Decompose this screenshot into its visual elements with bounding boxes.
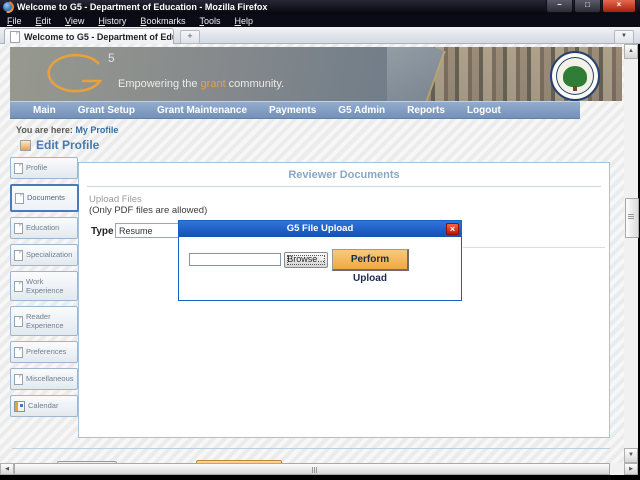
sidebar-tab-calendar[interactable]: Calendar — [10, 395, 78, 417]
nav-payments[interactable]: Payments — [258, 105, 327, 116]
menu-file[interactable]: File — [0, 16, 29, 26]
scroll-up-icon[interactable]: ▲ — [624, 44, 638, 59]
pdf-only-note: (Only PDF files are allowed) — [89, 205, 208, 216]
file-path-input[interactable] — [189, 253, 281, 266]
document-icon — [15, 192, 24, 204]
divider — [87, 186, 601, 187]
breadcrumb: You are here: My Profile — [16, 125, 118, 135]
minimize-button[interactable]: – — [546, 0, 573, 13]
close-window-button[interactable]: × — [602, 0, 636, 13]
sidebar-tab-reader-experience[interactable]: Reader Experience — [10, 306, 78, 336]
menu-help[interactable]: Help — [227, 16, 260, 26]
browse-button[interactable]: Browse... — [284, 252, 328, 268]
main-navigation: Main Grant Setup Grant Maintenance Payme… — [10, 101, 580, 119]
dialog-titlebar: G5 File Upload × — [179, 221, 461, 237]
g5-banner: 5 Empowering the grant community. — [10, 47, 622, 101]
scroll-down-icon[interactable]: ▼ — [624, 448, 638, 463]
scroll-right-icon[interactable]: ▶ — [624, 463, 638, 475]
browser-tabbar: Welcome to G5 - Department of Edu... + ▼ — [0, 27, 640, 44]
edit-profile-icon — [20, 139, 31, 151]
banner-tagline: Empowering the grant community. — [118, 78, 285, 90]
browser-tab[interactable]: Welcome to G5 - Department of Edu... — [4, 28, 174, 44]
page-heading: Edit Profile — [20, 138, 99, 152]
type-label: Type — [91, 226, 114, 237]
vertical-scrollbar-thumb[interactable] — [625, 198, 639, 238]
dialog-body: Browse... Perform Upload — [179, 237, 461, 300]
dialog-title: G5 File Upload — [286, 223, 354, 234]
screen-edge — [0, 475, 640, 480]
dialog-close-icon[interactable]: × — [446, 223, 459, 235]
section-title: Reviewer Documents — [288, 169, 400, 181]
scroll-left-icon[interactable]: ◀ — [0, 463, 14, 475]
calendar-icon — [14, 400, 25, 412]
horizontal-scrollbar-thumb[interactable] — [14, 463, 610, 475]
nav-grant-setup[interactable]: Grant Setup — [67, 105, 146, 116]
seal-tree-icon — [563, 65, 587, 91]
sidebar-tab-profile[interactable]: Profile — [10, 157, 78, 179]
profile-sidebar: Profile Documents Education Specializati… — [10, 157, 79, 422]
document-icon — [14, 222, 23, 234]
vertical-scrollbar[interactable]: ▲ ▼ — [624, 44, 639, 463]
document-icon — [14, 346, 23, 358]
sidebar-tab-miscellaneous[interactable]: Miscellaneous — [10, 368, 78, 390]
list-all-tabs-button[interactable]: ▼ — [614, 30, 634, 44]
document-icon — [14, 280, 23, 292]
page-icon — [10, 30, 20, 43]
document-icon — [14, 249, 23, 261]
dept-of-education-seal — [550, 51, 600, 101]
horizontal-scrollbar[interactable]: ◀ ▶ — [0, 463, 638, 475]
sidebar-tab-documents[interactable]: Documents — [10, 184, 79, 212]
upload-files-label: Upload Files — [89, 194, 142, 205]
sidebar-tab-preferences[interactable]: Preferences — [10, 341, 78, 363]
divider — [463, 247, 605, 248]
divider — [12, 448, 610, 449]
tab-title: Welcome to G5 - Department of Edu... — [24, 31, 174, 42]
nav-g5-admin[interactable]: G5 Admin — [327, 105, 396, 116]
breadcrumb-label: You are here: — [16, 125, 73, 135]
g5-logo — [40, 51, 106, 101]
document-icon — [14, 373, 23, 385]
sidebar-tab-work-experience[interactable]: Work Experience — [10, 271, 78, 301]
nav-reports[interactable]: Reports — [396, 105, 456, 116]
perform-upload-button[interactable]: Perform Upload — [332, 249, 409, 284]
sidebar-tab-specialization[interactable]: Specialization — [10, 244, 78, 266]
nav-logout[interactable]: Logout — [456, 105, 512, 116]
window-titlebar: Welcome to G5 - Department of Education … — [0, 0, 640, 14]
browser-menubar: File Edit View History Bookmarks Tools H… — [0, 14, 640, 27]
menu-bookmarks[interactable]: Bookmarks — [133, 16, 192, 26]
page-viewport: 5 Empowering the grant community. Main G… — [0, 44, 624, 480]
g5-logo-sup: 5 — [108, 51, 115, 65]
document-icon — [14, 315, 23, 327]
breadcrumb-my-profile-link[interactable]: My Profile — [75, 125, 118, 135]
firefox-icon — [3, 2, 13, 12]
window-controls: – □ × — [545, 0, 636, 13]
nav-grant-maintenance[interactable]: Grant Maintenance — [146, 105, 258, 116]
nav-main[interactable]: Main — [22, 105, 67, 116]
g5-file-upload-dialog: G5 File Upload × Browse... Perform Uploa… — [178, 220, 462, 301]
menu-view[interactable]: View — [58, 16, 91, 26]
maximize-button[interactable]: □ — [574, 0, 601, 13]
firefox-window: Welcome to G5 - Department of Education … — [0, 0, 640, 480]
new-tab-button[interactable]: + — [180, 30, 200, 44]
window-title: Welcome to G5 - Department of Education … — [17, 2, 268, 12]
page-title: Edit Profile — [36, 138, 100, 152]
menu-tools[interactable]: Tools — [192, 16, 227, 26]
document-icon — [14, 162, 23, 174]
menu-edit[interactable]: Edit — [29, 16, 59, 26]
sidebar-tab-education[interactable]: Education — [10, 217, 78, 239]
menu-history[interactable]: History — [91, 16, 133, 26]
